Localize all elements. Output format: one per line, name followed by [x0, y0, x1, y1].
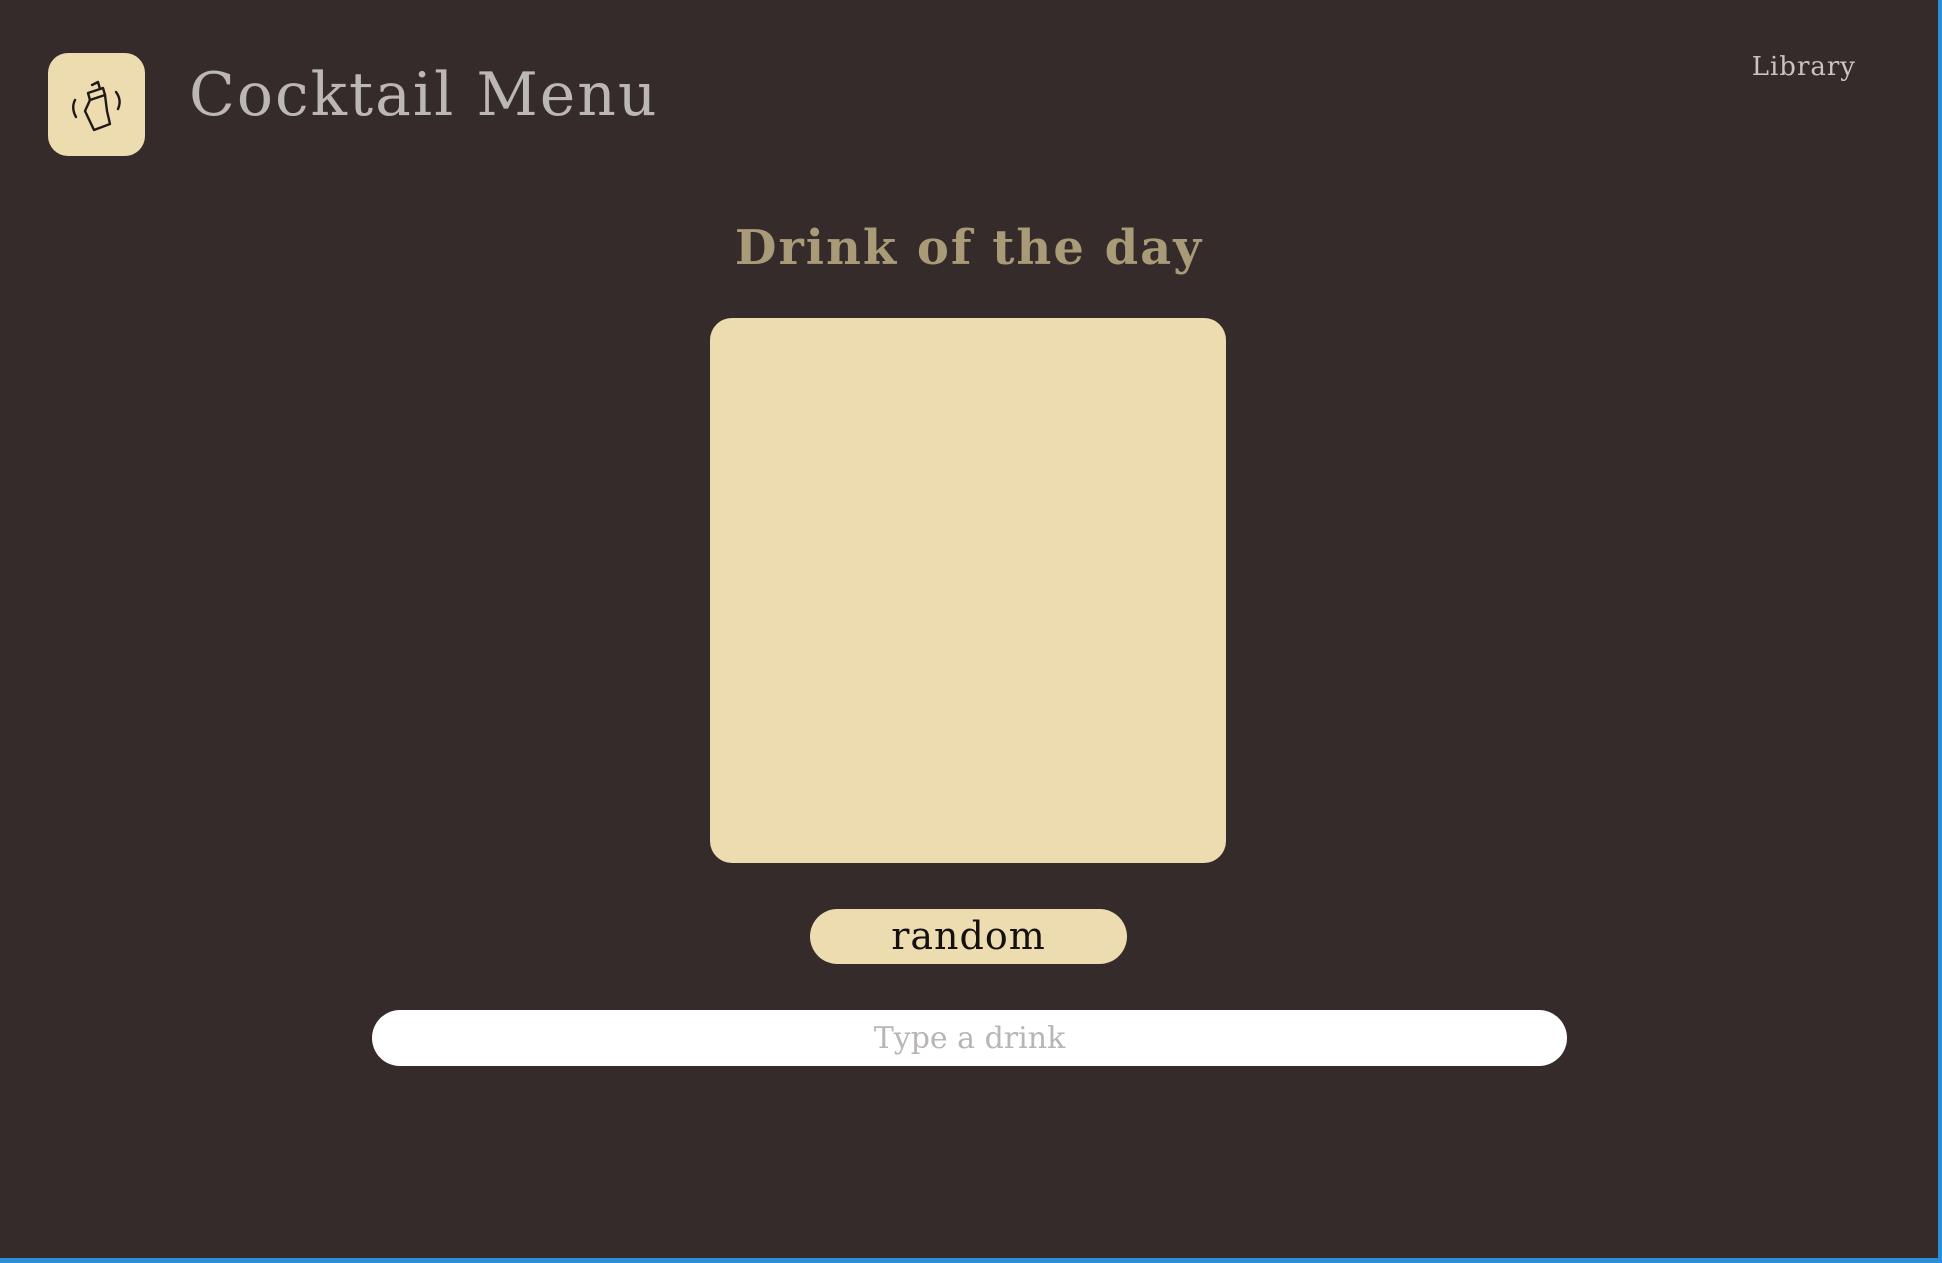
cocktail-shaker-icon	[71, 80, 121, 131]
drink-of-the-day-card[interactable]	[710, 318, 1226, 863]
drink-of-the-day-heading: Drink of the day	[734, 220, 1204, 276]
nav-library-link[interactable]: Library	[1752, 52, 1856, 82]
logo[interactable]	[48, 53, 145, 156]
search-bar	[372, 1010, 1567, 1066]
random-button[interactable]: random	[810, 909, 1127, 964]
drink-search-input[interactable]	[372, 1010, 1567, 1066]
app-title: Cocktail Menu	[189, 60, 659, 130]
app-window: Cocktail Menu Library Drink of the day r…	[0, 0, 1942, 1263]
